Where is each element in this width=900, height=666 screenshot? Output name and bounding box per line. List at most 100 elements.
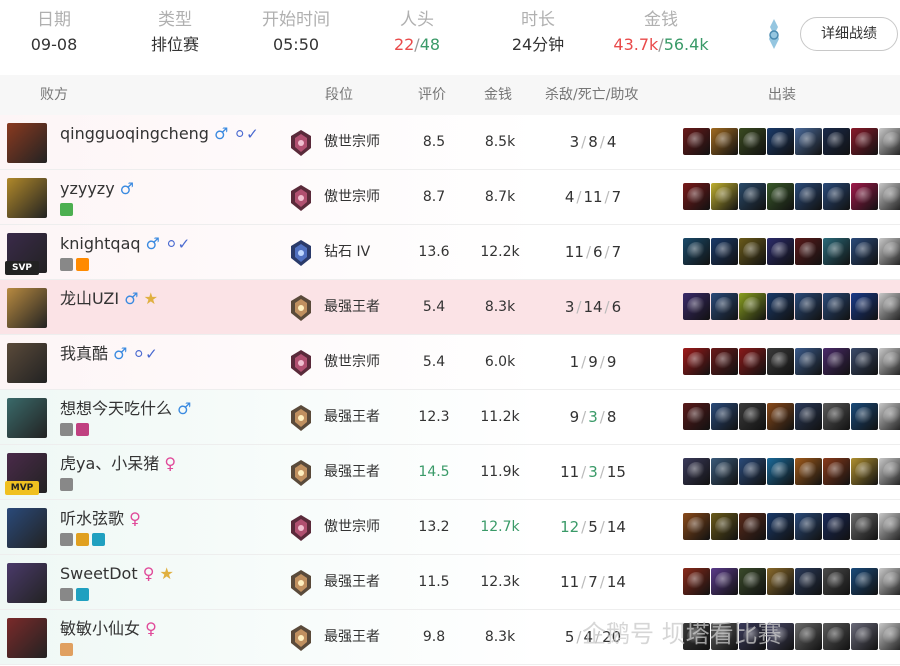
item-icon[interactable] (767, 348, 794, 375)
item-icon[interactable] (823, 513, 850, 540)
player-name[interactable]: 龙山UZI ♂ ★ (60, 287, 158, 311)
item-icon[interactable] (823, 238, 850, 265)
item-icon[interactable] (851, 513, 878, 540)
item-icon[interactable] (767, 513, 794, 540)
item-icon[interactable] (739, 403, 766, 430)
trinket-icon[interactable] (879, 458, 900, 485)
champion-avatar[interactable] (7, 398, 47, 438)
item-icon[interactable] (851, 128, 878, 155)
champion-avatar[interactable]: SVP (5, 233, 47, 275)
player-row[interactable]: MVP 虎ya、小呆猪 ♀ 最强王者 14.5 11.9k 11/3/15 (0, 445, 900, 500)
trinket-icon[interactable] (879, 183, 900, 210)
item-icon[interactable] (711, 348, 738, 375)
player-name[interactable]: knightqaq ♂ ⚪✓ (60, 232, 190, 256)
trinket-icon[interactable] (879, 568, 900, 595)
item-icon[interactable] (823, 293, 850, 320)
item-icon[interactable] (683, 348, 710, 375)
item-icon[interactable] (683, 183, 710, 210)
player-name[interactable]: 听水弦歌 ♀ (60, 507, 141, 531)
player-name[interactable]: qingguoqingcheng ♂ ⚪✓ (60, 122, 259, 146)
rune-icon[interactable] (762, 17, 786, 51)
item-icon[interactable] (711, 238, 738, 265)
item-icon[interactable] (739, 458, 766, 485)
item-icon[interactable] (711, 568, 738, 595)
item-icon[interactable] (823, 183, 850, 210)
item-icon[interactable] (683, 513, 710, 540)
item-icon[interactable] (739, 128, 766, 155)
item-icon[interactable] (739, 293, 766, 320)
item-icon[interactable] (823, 128, 850, 155)
item-icon[interactable] (711, 513, 738, 540)
item-icon[interactable] (851, 458, 878, 485)
item-icon[interactable] (711, 183, 738, 210)
champion-avatar[interactable] (7, 563, 47, 603)
item-icon[interactable] (767, 458, 794, 485)
trinket-icon[interactable] (879, 238, 900, 265)
item-icon[interactable] (795, 623, 822, 650)
item-icon[interactable] (683, 293, 710, 320)
item-icon[interactable] (711, 128, 738, 155)
champion-avatar[interactable] (7, 508, 47, 548)
item-icon[interactable] (823, 623, 850, 650)
item-icon[interactable] (795, 128, 822, 155)
trinket-icon[interactable] (879, 128, 900, 155)
player-row[interactable]: SweetDot ♀ ★ 最强王者 11.5 12.3k 11/7/14 (0, 555, 900, 610)
player-row[interactable]: 我真酷 ♂ ⚪✓ 傲世宗师 5.4 6.0k 1/9/9 (0, 335, 900, 390)
player-name[interactable]: 想想今天吃什么 ♂ (60, 397, 191, 421)
champion-avatar[interactable] (7, 123, 47, 163)
item-icon[interactable] (795, 403, 822, 430)
detail-stats-button[interactable]: 详细战绩 (800, 17, 898, 51)
champion-avatar[interactable] (7, 288, 47, 328)
player-row[interactable]: 想想今天吃什么 ♂ 最强王者 12.3 11.2k 9/3/8 (0, 390, 900, 445)
item-icon[interactable] (683, 458, 710, 485)
item-icon[interactable] (683, 128, 710, 155)
item-icon[interactable] (795, 183, 822, 210)
item-icon[interactable] (739, 348, 766, 375)
item-icon[interactable] (823, 403, 850, 430)
trinket-icon[interactable] (879, 513, 900, 540)
item-icon[interactable] (795, 348, 822, 375)
item-icon[interactable] (739, 513, 766, 540)
player-name[interactable]: 我真酷 ♂ ⚪✓ (60, 342, 158, 366)
item-icon[interactable] (767, 128, 794, 155)
item-icon[interactable] (767, 293, 794, 320)
item-icon[interactable] (767, 403, 794, 430)
champion-avatar[interactable]: MVP (5, 453, 47, 495)
player-row[interactable]: yzyyzy ♂ 傲世宗师 8.7 8.7k 4/11/7 (0, 170, 900, 225)
item-icon[interactable] (851, 348, 878, 375)
item-icon[interactable] (823, 348, 850, 375)
item-icon[interactable] (851, 183, 878, 210)
item-icon[interactable] (795, 568, 822, 595)
item-icon[interactable] (795, 513, 822, 540)
player-row[interactable]: SVP knightqaq ♂ ⚪✓ 钻石 IV 13.6 12.2k 11/6/7 (0, 225, 900, 280)
item-icon[interactable] (739, 568, 766, 595)
trinket-icon[interactable] (879, 403, 900, 430)
champion-avatar[interactable] (7, 178, 47, 218)
item-icon[interactable] (739, 183, 766, 210)
item-icon[interactable] (711, 293, 738, 320)
item-icon[interactable] (683, 238, 710, 265)
item-icon[interactable] (851, 403, 878, 430)
item-icon[interactable] (851, 623, 878, 650)
item-icon[interactable] (683, 568, 710, 595)
item-icon[interactable] (711, 403, 738, 430)
player-name[interactable]: yzyyzy ♂ (60, 177, 134, 201)
item-icon[interactable] (795, 238, 822, 265)
item-icon[interactable] (767, 183, 794, 210)
item-icon[interactable] (851, 238, 878, 265)
item-icon[interactable] (823, 458, 850, 485)
item-icon[interactable] (823, 568, 850, 595)
trinket-icon[interactable] (879, 348, 900, 375)
item-icon[interactable] (739, 238, 766, 265)
champion-avatar[interactable] (7, 618, 47, 658)
item-icon[interactable] (767, 238, 794, 265)
item-icon[interactable] (683, 403, 710, 430)
item-icon[interactable] (795, 458, 822, 485)
player-row[interactable]: 听水弦歌 ♀ 傲世宗师 13.2 12.7k 12/5/14 (0, 500, 900, 555)
item-icon[interactable] (795, 293, 822, 320)
player-name[interactable]: SweetDot ♀ ★ (60, 562, 174, 586)
player-name[interactable]: 敏敏小仙女 ♀ (60, 617, 157, 641)
player-row[interactable]: 龙山UZI ♂ ★ 最强王者 5.4 8.3k 3/14/6 (0, 280, 900, 335)
item-icon[interactable] (851, 568, 878, 595)
trinket-icon[interactable] (879, 623, 900, 650)
